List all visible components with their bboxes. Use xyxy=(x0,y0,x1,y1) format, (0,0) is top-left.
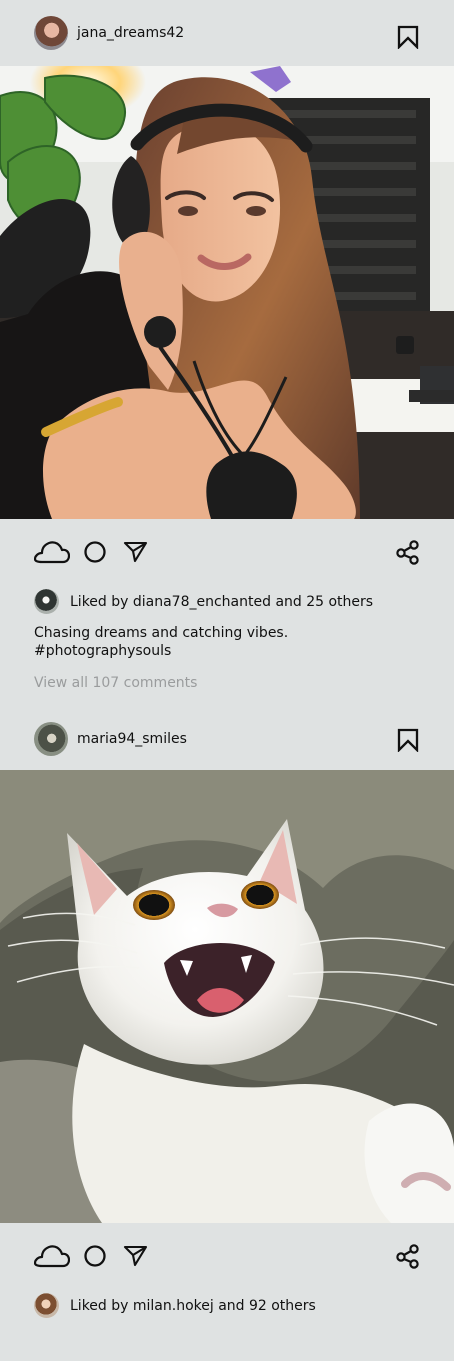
cloud-like-icon[interactable] xyxy=(34,1244,70,1269)
bookmark-icon[interactable] xyxy=(397,25,419,49)
liker-avatar[interactable] xyxy=(34,1293,59,1318)
post-image[interactable] xyxy=(0,770,454,1223)
likes-count[interactable]: Liked by diana78_enchanted and 25 others xyxy=(70,593,373,611)
liker-avatar[interactable] xyxy=(34,589,59,614)
send-icon[interactable] xyxy=(123,540,148,563)
share-icon[interactable] xyxy=(396,1244,420,1269)
username[interactable]: maria94_smiles xyxy=(77,730,187,748)
post-actions xyxy=(0,519,454,586)
bookmark-icon[interactable] xyxy=(397,728,419,752)
cloud-like-icon[interactable] xyxy=(34,540,70,565)
send-icon[interactable] xyxy=(123,1244,148,1267)
post-actions xyxy=(0,1223,454,1290)
post-caption: Chasing dreams and catching vibes. #phot… xyxy=(0,617,394,660)
username[interactable]: jana_dreams42 xyxy=(77,24,184,42)
share-icon[interactable] xyxy=(396,540,420,565)
view-comments-link[interactable]: View all 107 comments xyxy=(0,674,454,692)
hashtag-link[interactable]: #photographysouls xyxy=(34,642,394,660)
post-header: jana_dreams42 xyxy=(0,0,454,66)
likes-row: Liked by diana78_enchanted and 25 others xyxy=(0,586,454,617)
likes-count[interactable]: Liked by milan.hokej and 92 others xyxy=(70,1297,316,1315)
comment-icon[interactable] xyxy=(83,1244,107,1268)
post-jana: jana_dreams42 Liked by diana78_enchanted… xyxy=(0,0,454,692)
post-maria: maria94_smiles Liked by milan.hokej and … xyxy=(0,707,454,1321)
likes-row: Liked by milan.hokej and 92 others xyxy=(0,1290,454,1321)
post-image[interactable] xyxy=(0,66,454,519)
comment-icon[interactable] xyxy=(83,540,107,564)
avatar[interactable] xyxy=(34,16,68,50)
caption-text: Chasing dreams and catching vibes. xyxy=(34,625,289,641)
post-header: maria94_smiles xyxy=(0,707,454,770)
avatar[interactable] xyxy=(34,721,68,756)
instagram-feed: jana_dreams42 Liked by diana78_enchanted… xyxy=(0,0,454,1361)
